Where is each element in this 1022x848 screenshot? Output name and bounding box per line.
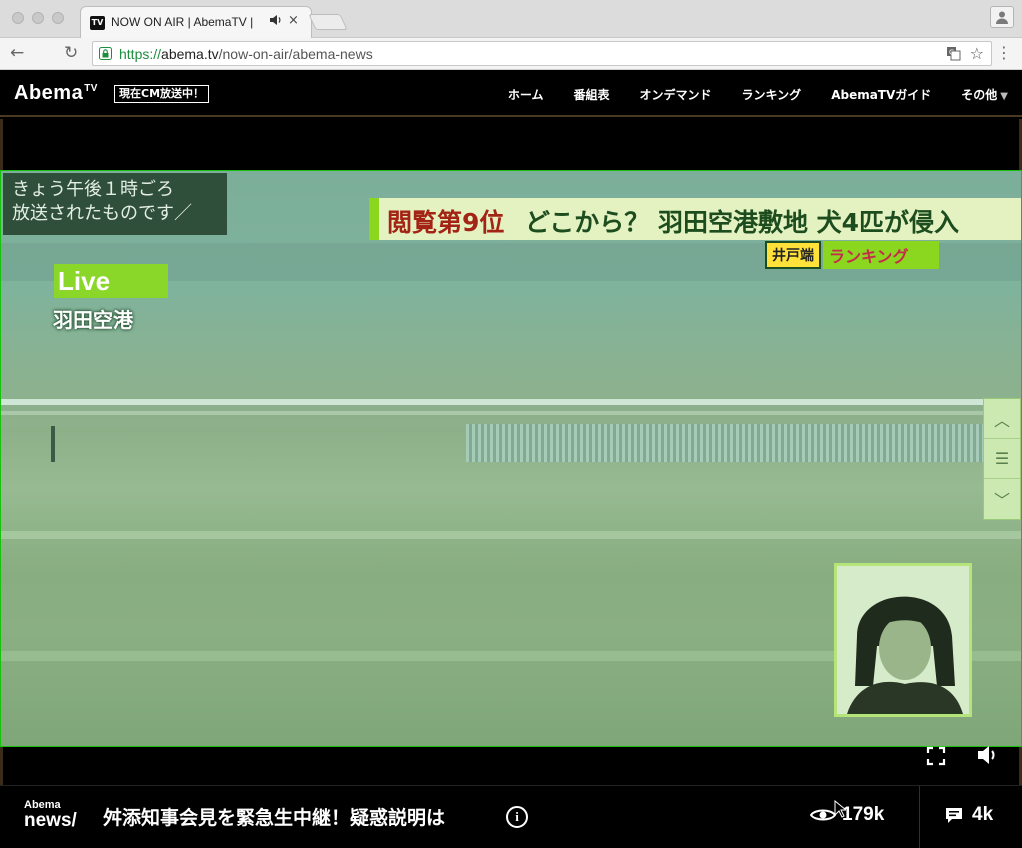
site-header: AbemaTV 現在CM放送中！ ホーム 番組表 オンデマンド ランキング Ab…: [0, 71, 1022, 117]
channel-list-button[interactable]: ☰: [984, 439, 1020, 479]
viewer-count-value: 179k: [842, 804, 885, 825]
reload-button[interactable]: ↻: [64, 44, 78, 62]
abematv-logo[interactable]: AbemaTV: [14, 82, 98, 105]
anchor-portrait: [837, 566, 969, 714]
channel-logo-bottom: news/: [24, 810, 77, 831]
program-info-bar: Abema news/ 舛添知事会見を緊急生中継！疑惑説明は i 179k 4k: [0, 785, 1022, 848]
nav-on-demand[interactable]: オンデマンド: [640, 86, 712, 103]
location-label: 羽田空港: [53, 308, 133, 332]
eye-icon: [810, 809, 836, 821]
address-bar[interactable]: https://abema.tv/now-on-air/abema-news G…: [92, 41, 992, 66]
url-scheme: https://: [119, 46, 162, 62]
ranking-host-label: 井戸端: [765, 241, 821, 269]
speaker-icon[interactable]: [269, 14, 283, 29]
browser-toolbar: ← ↻ https://abema.tv/now-on-air/abema-ne…: [0, 38, 1022, 70]
browser-tab-strip: TV NOW ON AIR | AbemaTV | ×: [0, 0, 1022, 38]
anchor-pip-window: [834, 563, 972, 717]
comments-button[interactable]: 4k: [945, 804, 993, 826]
nav-guide[interactable]: AbemaTVガイド: [831, 86, 931, 103]
logo-text: Abema: [14, 82, 84, 104]
window-zoom-button[interactable]: [52, 12, 64, 24]
back-button[interactable]: ←: [10, 44, 24, 62]
ground-streak: [1, 531, 1021, 539]
chevron-down-icon: ▼: [1000, 90, 1008, 102]
headline-text: どこから？ 羽田空港敷地 犬4匹が侵入: [525, 208, 960, 237]
cm-status-badge: 現在CM放送中！: [114, 85, 210, 103]
bookmark-star-icon[interactable]: ☆: [970, 44, 984, 63]
live-badge: Live: [54, 264, 168, 298]
video-frame[interactable]: きょう午後１時ごろ 放送されたものです／ 閲覧第9位 どこから？ 羽田空港敷地 …: [0, 170, 1022, 747]
ranking-corner-tag: 井戸端 ランキング: [765, 241, 939, 269]
lock-icon: [99, 47, 112, 60]
channel-side-controls: ︿ ☰ ﹀: [983, 398, 1021, 520]
nav-more-label: その他: [961, 87, 998, 102]
nav-timetable[interactable]: 番組表: [574, 86, 610, 103]
url-path: /now-on-air/abema-news: [218, 46, 373, 62]
tab-title: NOW ON AIR | AbemaTV |: [111, 15, 254, 29]
caption-line-1: きょう午後１時ごろ: [12, 179, 174, 200]
chevron-up-icon: ︿: [993, 410, 1010, 430]
channel-down-button[interactable]: ﹀: [984, 479, 1020, 519]
window-minimize-button[interactable]: [32, 12, 44, 24]
ranking-label: ランキング: [823, 241, 939, 269]
translate-icon[interactable]: G: [946, 46, 961, 65]
channel-up-button[interactable]: ︿: [984, 399, 1020, 439]
nav-ranking[interactable]: ランキング: [742, 86, 802, 103]
browser-menu-icon[interactable]: ⋮: [996, 44, 1012, 62]
runway-stripe-thin: [1, 411, 1021, 415]
fullscreen-icon[interactable]: [926, 746, 946, 766]
comment-count-value: 4k: [972, 804, 994, 825]
news-headline-banner: 閲覧第9位 どこから？ 羽田空港敷地 犬4匹が侵入: [369, 198, 1021, 240]
browser-tab-active[interactable]: TV NOW ON AIR | AbemaTV | ×: [80, 6, 312, 38]
new-tab-button[interactable]: [308, 14, 348, 30]
person-icon: [996, 11, 1008, 24]
logo-sup: TV: [84, 83, 98, 94]
broadcast-time-caption: きょう午後１時ごろ 放送されたものです／: [3, 173, 227, 235]
window-close-button[interactable]: [12, 12, 24, 24]
main-nav: ホーム 番組表 オンデマンド ランキング AbemaTVガイド その他 ▼: [478, 71, 1008, 117]
headline-rank: 閲覧第9位: [387, 208, 505, 237]
url-host: abema.tv: [161, 46, 219, 62]
fence-mesh: [466, 424, 986, 462]
viewer-count: 179k: [810, 804, 884, 826]
tv-favicon-icon: TV: [90, 16, 105, 30]
volume-icon[interactable]: [976, 744, 1000, 766]
program-title: 舛添知事会見を緊急生中継！疑惑説明は: [103, 807, 446, 829]
svg-text:G: G: [949, 49, 954, 57]
abema-news-logo: Abema news/: [24, 800, 77, 831]
nav-home[interactable]: ホーム: [508, 86, 544, 103]
list-icon: ☰: [994, 449, 1010, 468]
nav-more[interactable]: その他 ▼: [961, 86, 1008, 103]
mouse-cursor-icon: [834, 800, 846, 818]
url-text: https://abema.tv/now-on-air/abema-news: [119, 46, 373, 62]
caption-line-2: 放送されたものです／: [12, 203, 192, 224]
fence-post: [51, 426, 55, 462]
tab-close-icon[interactable]: ×: [288, 13, 299, 28]
comment-icon: [946, 807, 962, 823]
profile-button[interactable]: [990, 6, 1014, 28]
runway-stripe: [1, 399, 1021, 405]
chevron-down-icon: ﹀: [993, 491, 1010, 510]
info-icon[interactable]: i: [506, 806, 528, 828]
info-bar-divider: [919, 786, 920, 848]
